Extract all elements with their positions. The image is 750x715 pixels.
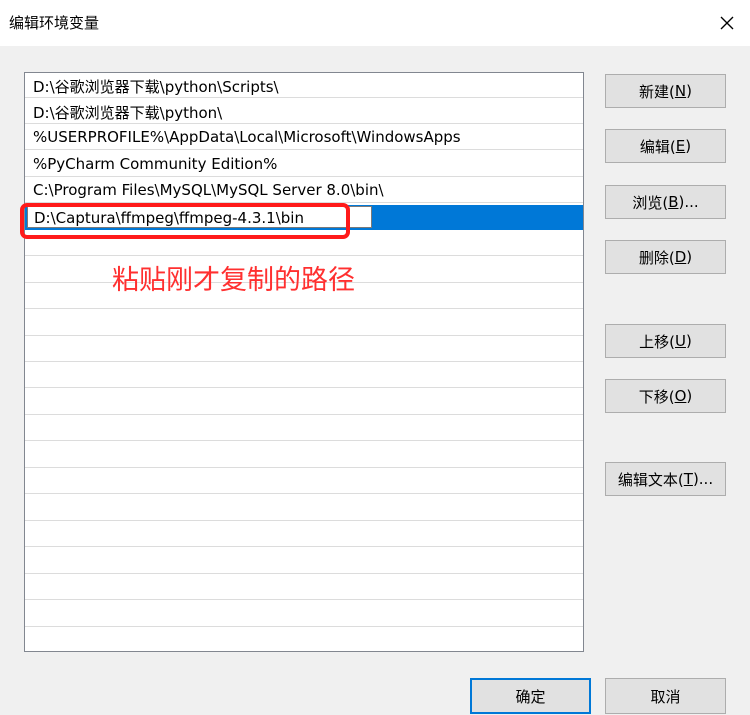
- list-item-empty[interactable]: [25, 363, 583, 388]
- list-item[interactable]: C:\Program Files\MySQL\MySQL Server 8.0\…: [25, 178, 583, 203]
- move-up-button[interactable]: 上移(U): [605, 324, 726, 358]
- list-item-empty[interactable]: [25, 231, 583, 256]
- close-icon: [720, 16, 734, 30]
- edit-button-accel: E: [675, 137, 686, 155]
- path-text: D:\谷歌浏览器下载\python\: [33, 104, 223, 122]
- list-item-empty[interactable]: [25, 496, 583, 521]
- cancel-button-label: 取消: [650, 687, 681, 706]
- annotation-text: 粘贴刚才复制的路径: [112, 265, 355, 296]
- new-button-label: 新建(: [639, 82, 675, 101]
- edit-text-button-label: 编辑文本(: [617, 470, 684, 489]
- close-button[interactable]: [704, 0, 750, 46]
- new-button[interactable]: 新建(N): [605, 74, 726, 108]
- move-down-button-tail: ): [686, 387, 693, 405]
- new-button-accel: N: [674, 82, 687, 100]
- list-item-empty[interactable]: [25, 575, 583, 600]
- path-text: D:\Captura\ffmpeg\ffmpeg-4.3.1\bin: [34, 209, 304, 227]
- list-item[interactable]: D:\谷歌浏览器下载\python\Scripts\: [25, 73, 583, 98]
- window-title: 编辑环境变量: [9, 14, 100, 32]
- browse-button-accel: B: [668, 193, 679, 211]
- browse-button[interactable]: 浏览(B)...: [605, 185, 726, 219]
- delete-button-accel: D: [674, 248, 687, 266]
- move-up-button-label: 上移(: [639, 332, 675, 351]
- delete-button-tail: ): [686, 248, 693, 266]
- browse-button-label: 浏览(: [632, 193, 669, 212]
- list-item-empty[interactable]: [25, 602, 583, 627]
- edit-button-tail: ): [685, 137, 692, 155]
- edit-button-label: 编辑(: [639, 137, 676, 156]
- list-item-empty[interactable]: [25, 522, 583, 547]
- ok-button[interactable]: 确定: [470, 678, 591, 714]
- edit-text-button-accel: T: [683, 470, 693, 488]
- list-item-empty[interactable]: [25, 628, 583, 651]
- path-text: %USERPROFILE%\AppData\Local\Microsoft\Wi…: [33, 128, 461, 146]
- edit-text-button[interactable]: 编辑文本(T)...: [605, 462, 726, 496]
- list-item[interactable]: %USERPROFILE%\AppData\Local\Microsoft\Wi…: [25, 125, 583, 150]
- new-button-tail: ): [686, 82, 692, 100]
- path-text: %PyCharm Community Edition%: [33, 155, 278, 173]
- delete-button-label: 删除(: [638, 248, 675, 267]
- path-edit-field[interactable]: D:\Captura\ffmpeg\ffmpeg-4.3.1\bin: [27, 206, 372, 228]
- cancel-button[interactable]: 取消: [605, 678, 726, 714]
- ok-button-label: 确定: [515, 687, 546, 706]
- list-item[interactable]: %PyCharm Community Edition%: [25, 152, 583, 177]
- list-item-selected[interactable]: D:\Captura\ffmpeg\ffmpeg-4.3.1\bin: [25, 205, 583, 230]
- path-list[interactable]: D:\谷歌浏览器下载\python\Scripts\ D:\谷歌浏览器下载\py…: [24, 72, 584, 652]
- list-item-empty[interactable]: [25, 443, 583, 468]
- path-text: D:\谷歌浏览器下载\python\Scripts\: [33, 78, 279, 96]
- move-down-button[interactable]: 下移(O): [605, 379, 726, 413]
- edit-button[interactable]: 编辑(E): [605, 129, 726, 163]
- list-item-empty[interactable]: [25, 337, 583, 362]
- list-item-empty[interactable]: [25, 390, 583, 415]
- delete-button[interactable]: 删除(D): [605, 240, 726, 274]
- browse-button-tail: )...: [678, 193, 699, 211]
- list-item[interactable]: D:\谷歌浏览器下载\python\: [25, 99, 583, 124]
- path-text: C:\Program Files\MySQL\MySQL Server 8.0\…: [33, 181, 384, 199]
- title-bar: 编辑环境变量: [0, 0, 750, 46]
- move-up-button-accel: U: [675, 332, 686, 350]
- list-item-empty[interactable]: [25, 549, 583, 574]
- list-item-empty[interactable]: [25, 311, 583, 336]
- edit-text-button-tail: )...: [692, 470, 714, 488]
- list-item-empty[interactable]: [25, 469, 583, 494]
- move-down-button-accel: O: [674, 387, 687, 405]
- move-down-button-label: 下移(: [638, 387, 675, 406]
- list-item-empty[interactable]: [25, 416, 583, 441]
- move-up-button-tail: ): [685, 332, 692, 350]
